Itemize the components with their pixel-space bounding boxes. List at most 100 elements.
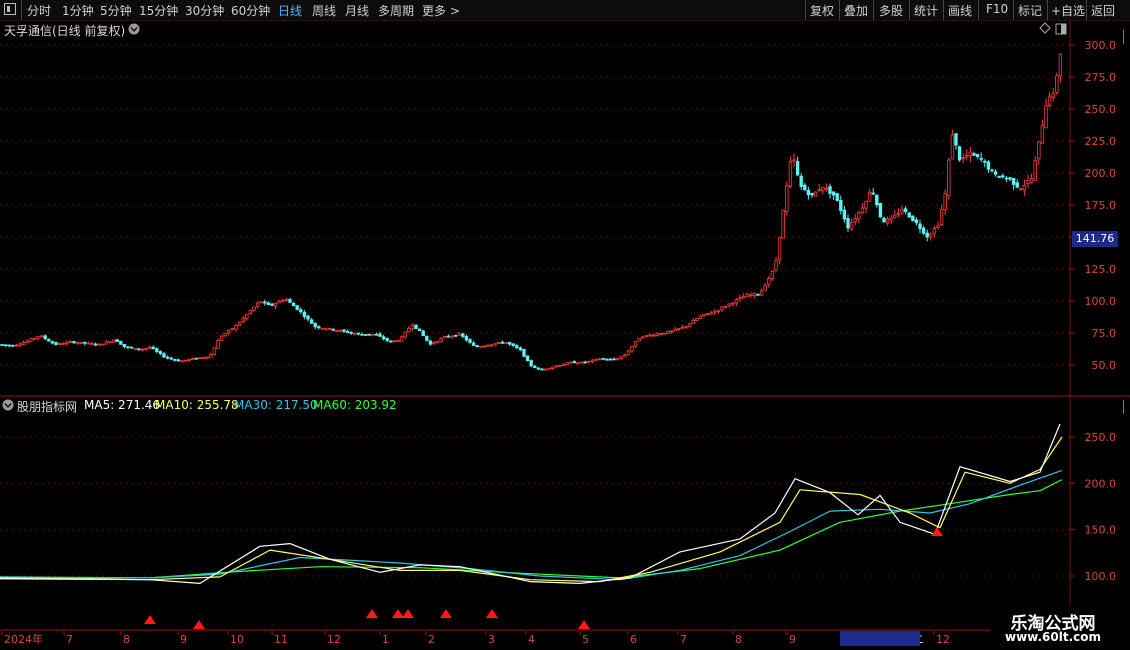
candle-body [601, 358, 605, 360]
candle-body [183, 359, 188, 362]
candle-body [399, 336, 404, 342]
date-label: 4 [528, 633, 535, 646]
candle-body [187, 359, 191, 361]
ma10-legend: MA10: 255.78 [155, 398, 239, 412]
candle-body [763, 285, 767, 291]
candle-body [821, 187, 825, 191]
candle-body [983, 160, 987, 163]
candle-body [619, 356, 623, 360]
candle-body [1037, 141, 1041, 160]
candle-body [979, 157, 983, 160]
candle-body [43, 335, 47, 340]
candle-body [731, 302, 735, 305]
date-axis: 2024年7891011121234567892025/09/30/二12 [1, 631, 950, 646]
candle-body [72, 341, 76, 344]
candle-body [201, 357, 206, 359]
candle-body [705, 313, 710, 315]
candle-body [659, 333, 663, 336]
candle-body [320, 327, 325, 330]
candle-body [961, 157, 965, 159]
candle-body [727, 303, 731, 306]
candle-body [374, 333, 379, 336]
candle-body [57, 342, 62, 346]
candle-body [18, 343, 22, 346]
candle-body [968, 151, 973, 156]
candle-body [205, 356, 209, 359]
candle-body [673, 328, 677, 332]
candle-body [907, 212, 911, 218]
selected-date-box [840, 631, 920, 646]
candle-body [893, 214, 897, 218]
date-label: 12 [327, 633, 341, 646]
candle-body [741, 296, 746, 299]
candle-body [392, 340, 397, 343]
buy-signal-triangle [440, 609, 452, 618]
indicator-dropdown-icon[interactable] [2, 399, 14, 411]
candle-body [781, 209, 785, 239]
candle-body [479, 346, 483, 348]
date-label: 5 [582, 633, 589, 646]
price-tick-label: 225.0 [1085, 135, 1117, 148]
chart-canvas[interactable]: 300.0275.0250.0225.0200.0175.0150.0125.0… [0, 0, 1130, 650]
candle-body [36, 336, 40, 339]
candle-body [155, 348, 159, 352]
candle-body [255, 302, 260, 307]
candle-body [972, 153, 976, 156]
indicator-name: 股朋指标网 [17, 400, 78, 414]
price-tick-label: 200.0 [1085, 167, 1117, 180]
candle-body [115, 339, 119, 342]
candle-body [795, 161, 800, 176]
candle-body [551, 366, 555, 369]
side-panel-edge[interactable]: │ [1120, 30, 1127, 44]
title-dropdown-icon[interactable] [128, 23, 140, 35]
candle-body [180, 360, 184, 363]
candle-body [335, 330, 339, 332]
ma30-line [0, 469, 1063, 581]
candle-body [561, 363, 566, 366]
candle-body [975, 154, 980, 157]
candle-body [756, 293, 760, 296]
candle-body [356, 332, 361, 335]
diamond-icon[interactable] [1039, 22, 1051, 34]
candle-body [313, 322, 317, 328]
candle-body [947, 159, 951, 196]
candle-body [565, 362, 569, 365]
candle-body [1015, 182, 1019, 188]
candle-body [749, 294, 753, 297]
candle-body [453, 334, 458, 337]
candle-body [864, 201, 868, 209]
candle-body [734, 299, 739, 304]
buy-signal-triangle [366, 609, 378, 618]
candle-body [745, 294, 749, 298]
candle-body [486, 344, 490, 347]
candle-body [101, 343, 105, 346]
candle-body [475, 345, 479, 348]
candle-body [878, 202, 883, 218]
candle-body [367, 333, 371, 336]
side-panel-edge[interactable]: │ [1120, 400, 1127, 414]
candle-body [1051, 93, 1055, 99]
price-tick-label: 125.0 [1085, 263, 1117, 276]
price-tick-label: 75.0 [1092, 327, 1117, 340]
date-label: 7 [66, 633, 73, 646]
candle-body [291, 302, 296, 307]
candle-body [896, 213, 901, 216]
candle-body [615, 358, 620, 361]
candle-body [590, 359, 595, 362]
indicator-axis: 250.0 200.0 150.0 100.0 [1070, 431, 1116, 583]
candle-body [234, 324, 238, 330]
candle-body [140, 348, 145, 351]
candle-body [687, 323, 692, 328]
candle-body [122, 344, 127, 348]
candle-body [428, 340, 433, 345]
candle-body [237, 321, 242, 326]
candle-body [482, 345, 487, 348]
candle-body [273, 303, 278, 307]
candle-body [932, 228, 937, 234]
candle-body [511, 343, 515, 347]
candle-body [515, 345, 519, 349]
candle-body [637, 337, 641, 342]
stock-title: 天孚通信(日线 前复权) [4, 24, 126, 38]
candle-body [302, 311, 307, 317]
candle-body [641, 336, 645, 339]
